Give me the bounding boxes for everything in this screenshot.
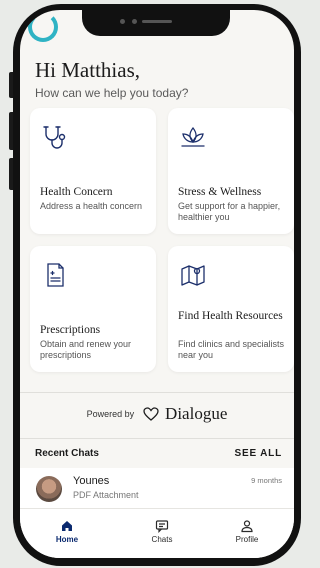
- app-logo-icon: [28, 12, 58, 42]
- card-stress-wellness[interactable]: Stress & Wellness Get support for a happ…: [168, 108, 294, 234]
- powered-by: Powered by Dialogue: [20, 404, 294, 424]
- home-icon: [62, 521, 72, 531]
- card-title: Find Health Resources: [178, 310, 283, 322]
- chat-preview: PDF Attachment: [73, 490, 139, 500]
- map-icon: [181, 265, 205, 286]
- speaker: [142, 20, 172, 23]
- tab-profile[interactable]: Profile: [212, 519, 282, 544]
- card-title: Prescriptions: [40, 324, 101, 336]
- card-find-health-resources[interactable]: Find Health Resources Find clinics and s…: [168, 246, 294, 372]
- tab-bar: Home Chats Profile: [20, 508, 294, 558]
- card-description: Obtain and renew your prescriptions: [40, 339, 132, 360]
- greeting-title: Hi Matthias,: [35, 58, 140, 82]
- tab-chats[interactable]: Chats: [127, 519, 197, 544]
- card-prescriptions[interactable]: Prescriptions Obtain and renew your pres…: [30, 246, 156, 372]
- stethoscope-icon: [43, 126, 66, 149]
- card-description: Find clinics and specialists near you: [178, 339, 285, 360]
- notch: [82, 10, 230, 36]
- heart-logo-icon: [142, 407, 159, 421]
- card-description: Get support for a happier, healthier you: [178, 201, 281, 222]
- powered-by-label: Powered by: [86, 409, 135, 419]
- card-health-concern[interactable]: Health Concern Address a health concern: [30, 108, 156, 234]
- chat-time: 9 months: [251, 476, 282, 485]
- see-all-link[interactable]: SEE ALL: [235, 448, 282, 459]
- section-divider: [20, 392, 294, 393]
- tab-label: Chats: [151, 535, 173, 544]
- camera-dot: [120, 19, 125, 24]
- brand-name: Dialogue: [165, 404, 228, 423]
- card-description: Address a health concern: [40, 201, 143, 211]
- avatar: [36, 476, 62, 502]
- profile-icon: [241, 520, 253, 533]
- recent-chats-heading: Recent Chats: [35, 448, 99, 459]
- tab-label: Home: [55, 535, 79, 544]
- sensor-dot: [132, 19, 137, 24]
- chat-icon: [155, 520, 169, 533]
- recent-divider: [20, 438, 294, 439]
- greeting-subtitle: How can we help you today?: [35, 86, 189, 100]
- prescription-icon: [47, 263, 64, 287]
- tab-home[interactable]: Home: [32, 519, 102, 544]
- app-screen: Hi Matthias, How can we help you today? …: [20, 10, 294, 558]
- list-item[interactable]: Younes PDF Attachment 9 months: [20, 468, 294, 508]
- card-title: Health Concern: [40, 186, 113, 198]
- lotus-icon: [181, 126, 205, 147]
- phone-frame: Hi Matthias, How can we help you today? …: [13, 4, 301, 566]
- tab-label: Profile: [235, 535, 259, 544]
- chat-name: Younes: [73, 475, 110, 487]
- card-title: Stress & Wellness: [178, 186, 262, 198]
